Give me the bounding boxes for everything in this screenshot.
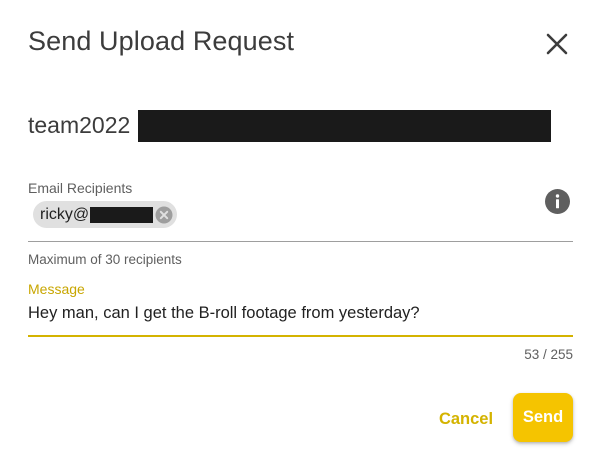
recipient-chip-label: ricky@ — [40, 205, 90, 223]
email-field-underline — [28, 241, 573, 242]
redacted-block — [138, 109, 552, 142]
message-input[interactable] — [28, 300, 573, 326]
recipients-hint: Maximum of 30 recipients — [28, 252, 182, 267]
redacted-block — [90, 206, 154, 223]
folder-name: team2022 — [28, 112, 131, 138]
send-button[interactable]: Send — [513, 393, 573, 442]
close-button[interactable] — [543, 30, 571, 58]
dialog-title: Send Upload Request — [28, 26, 295, 56]
message-field-underline — [28, 335, 573, 337]
message-label: Message — [28, 281, 85, 297]
cancel-circle-icon[interactable] — [155, 206, 173, 224]
email-recipients-label: Email Recipients — [28, 180, 133, 196]
folder-name-row: team2022 — [28, 109, 552, 142]
cancel-button[interactable]: Cancel — [430, 402, 502, 436]
info-button[interactable] — [545, 189, 570, 214]
info-icon[interactable] — [545, 189, 570, 214]
recipient-chip[interactable]: ricky@ — [33, 201, 178, 228]
close-icon[interactable] — [543, 30, 571, 58]
character-counter: 53 / 255 — [524, 347, 573, 362]
